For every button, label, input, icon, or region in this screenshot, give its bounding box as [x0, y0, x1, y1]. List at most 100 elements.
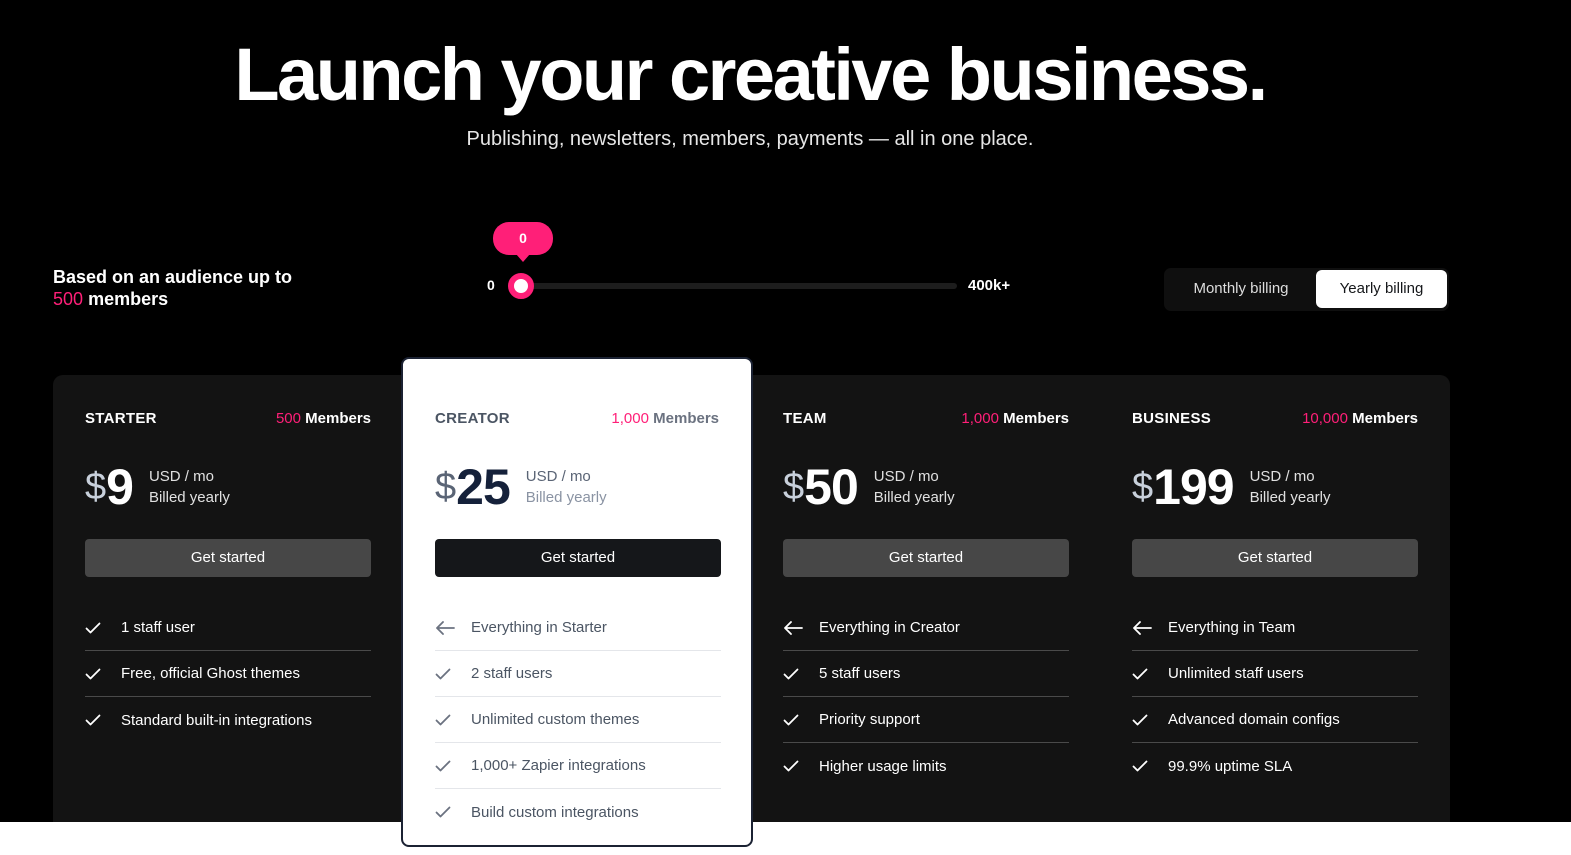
feature-text: Higher usage limits: [819, 757, 947, 775]
feature-list: 1 staff user Free, official Ghost themes…: [85, 605, 371, 743]
check-icon: [85, 714, 121, 726]
price-details: USD / mo Billed yearly: [874, 466, 955, 508]
feature-list: Everything in Team Unlimited staff users…: [1132, 605, 1418, 789]
plan-name: TEAM: [783, 410, 827, 427]
feature-text: Unlimited staff users: [1168, 665, 1304, 682]
hero-subtitle: Publishing, newsletters, members, paymen…: [466, 128, 1034, 150]
audience-slider-thumb[interactable]: [508, 273, 534, 299]
feature-text: Everything in Team: [1168, 619, 1296, 636]
audience-summary: Based on an audience up to 500 members: [53, 266, 292, 310]
check-icon: [783, 668, 819, 680]
currency-symbol: $: [783, 465, 805, 508]
price-amount: 199: [1153, 459, 1234, 515]
plan-members-label: Members: [1352, 410, 1418, 427]
plan-members-label: Members: [1003, 410, 1069, 427]
feature-item: Everything in Starter: [435, 605, 721, 651]
currency-symbol: $: [435, 465, 457, 508]
feature-text: Standard built-in integrations: [121, 711, 312, 729]
price-unit: USD / mo: [873, 468, 939, 485]
get-started-button[interactable]: Get started: [85, 539, 371, 577]
feature-item: Build custom integrations: [435, 789, 721, 835]
feature-item: 99.9% uptime SLA: [1132, 743, 1418, 789]
billing-note: Billed yearly: [873, 489, 955, 506]
feature-text: Everything in Creator: [819, 619, 960, 636]
price-amount: 50: [804, 459, 859, 515]
billing-note: Billed yearly: [525, 489, 607, 506]
check-icon: [783, 760, 819, 772]
check-icon: [1132, 760, 1168, 772]
slider-min-label: 0: [487, 277, 495, 293]
yearly-billing-option[interactable]: Yearly billing: [1316, 270, 1447, 308]
audience-unit: members: [88, 289, 169, 309]
plans-panel: STARTER 500 Members $ 9 USD / mo Billed …: [53, 357, 1450, 847]
check-icon: [435, 806, 471, 818]
arrow-left-icon: [783, 620, 819, 635]
feature-item: Unlimited staff users: [1132, 651, 1418, 697]
arrow-left-icon: [1132, 620, 1168, 635]
feature-item: Standard built-in integrations: [85, 697, 371, 743]
monthly-billing-option[interactable]: Monthly billing: [1166, 270, 1316, 308]
plan-name: CREATOR: [435, 410, 510, 427]
check-icon: [435, 714, 471, 726]
plan-members-count: 500: [275, 410, 301, 427]
arrow-left-icon: [435, 620, 471, 635]
check-icon: [85, 668, 121, 680]
plan-members-label: Members: [653, 410, 719, 427]
slider-value-bubble: 0: [493, 222, 553, 262]
billing-note: Billed yearly: [1249, 489, 1331, 506]
billing-toggle: Monthly billing Yearly billing: [1164, 268, 1449, 311]
feature-item: Everything in Creator: [783, 605, 1069, 651]
feature-text: Free, official Ghost themes: [121, 665, 300, 682]
plan-price: $ 25 USD / mo Billed yearly: [435, 459, 607, 515]
check-icon: [1132, 714, 1168, 726]
check-icon: [435, 668, 471, 680]
currency-symbol: $: [85, 465, 107, 508]
audience-line: Based on an audience up to: [53, 267, 293, 287]
check-icon: [85, 622, 121, 634]
currency-symbol: $: [1132, 465, 1154, 508]
feature-text: 2 staff users: [471, 665, 553, 682]
feature-item: Priority support: [783, 697, 1069, 743]
feature-list: Everything in Starter 2 staff users Unli…: [435, 605, 721, 835]
plan-members: 1,000 Members: [961, 410, 1069, 427]
price-amount: 25: [456, 459, 511, 515]
feature-item: Free, official Ghost themes: [85, 651, 371, 697]
plan-members-count: 10,000: [1302, 410, 1348, 427]
feature-item: 2 staff users: [435, 651, 721, 697]
price-unit: USD / mo: [1249, 468, 1315, 485]
feature-text: Advanced domain configs: [1168, 711, 1340, 728]
feature-text: Build custom integrations: [471, 803, 639, 821]
get-started-button[interactable]: Get started: [783, 539, 1069, 577]
price-unit: USD / mo: [525, 468, 591, 485]
check-icon: [1132, 668, 1168, 680]
get-started-button[interactable]: Get started: [1132, 539, 1418, 577]
plan-members: 1,000 Members: [611, 410, 719, 427]
feature-list: Everything in Creator 5 staff users Prio…: [783, 605, 1069, 789]
feature-item: Advanced domain configs: [1132, 697, 1418, 743]
hero-title: Launch your creative business.: [234, 33, 1268, 116]
plan-members: 500 Members: [276, 410, 371, 427]
plan-members-label: Members: [305, 410, 371, 427]
audience-slider-track[interactable]: [520, 283, 957, 289]
plan-card-creator: CREATOR 1,000 Members $ 25 USD / mo Bill…: [401, 357, 753, 847]
feature-item: Everything in Team: [1132, 605, 1418, 651]
plan-price: $ 50 USD / mo Billed yearly: [783, 459, 955, 515]
price-details: USD / mo Billed yearly: [149, 466, 230, 508]
get-started-button[interactable]: Get started: [435, 539, 721, 577]
plan-members-count: 1,000: [611, 410, 649, 427]
price-amount: 9: [106, 459, 134, 515]
feature-text: Unlimited custom themes: [471, 711, 640, 728]
feature-item: Higher usage limits: [783, 743, 1069, 789]
feature-text: 1,000+ Zapier integrations: [471, 757, 646, 774]
plan-name: BUSINESS: [1132, 410, 1212, 427]
feature-item: 1 staff user: [85, 605, 371, 651]
feature-text: 99.9% uptime SLA: [1168, 757, 1293, 775]
feature-item: 1,000+ Zapier integrations: [435, 743, 721, 789]
check-icon: [783, 714, 819, 726]
plan-members: 10,000 Members: [1302, 410, 1418, 427]
feature-text: Priority support: [819, 711, 920, 728]
plan-members-count: 1,000: [961, 410, 999, 427]
feature-item: 5 staff users: [783, 651, 1069, 697]
price-details: USD / mo Billed yearly: [1250, 466, 1331, 508]
plan-price: $ 199 USD / mo Billed yearly: [1132, 459, 1330, 515]
